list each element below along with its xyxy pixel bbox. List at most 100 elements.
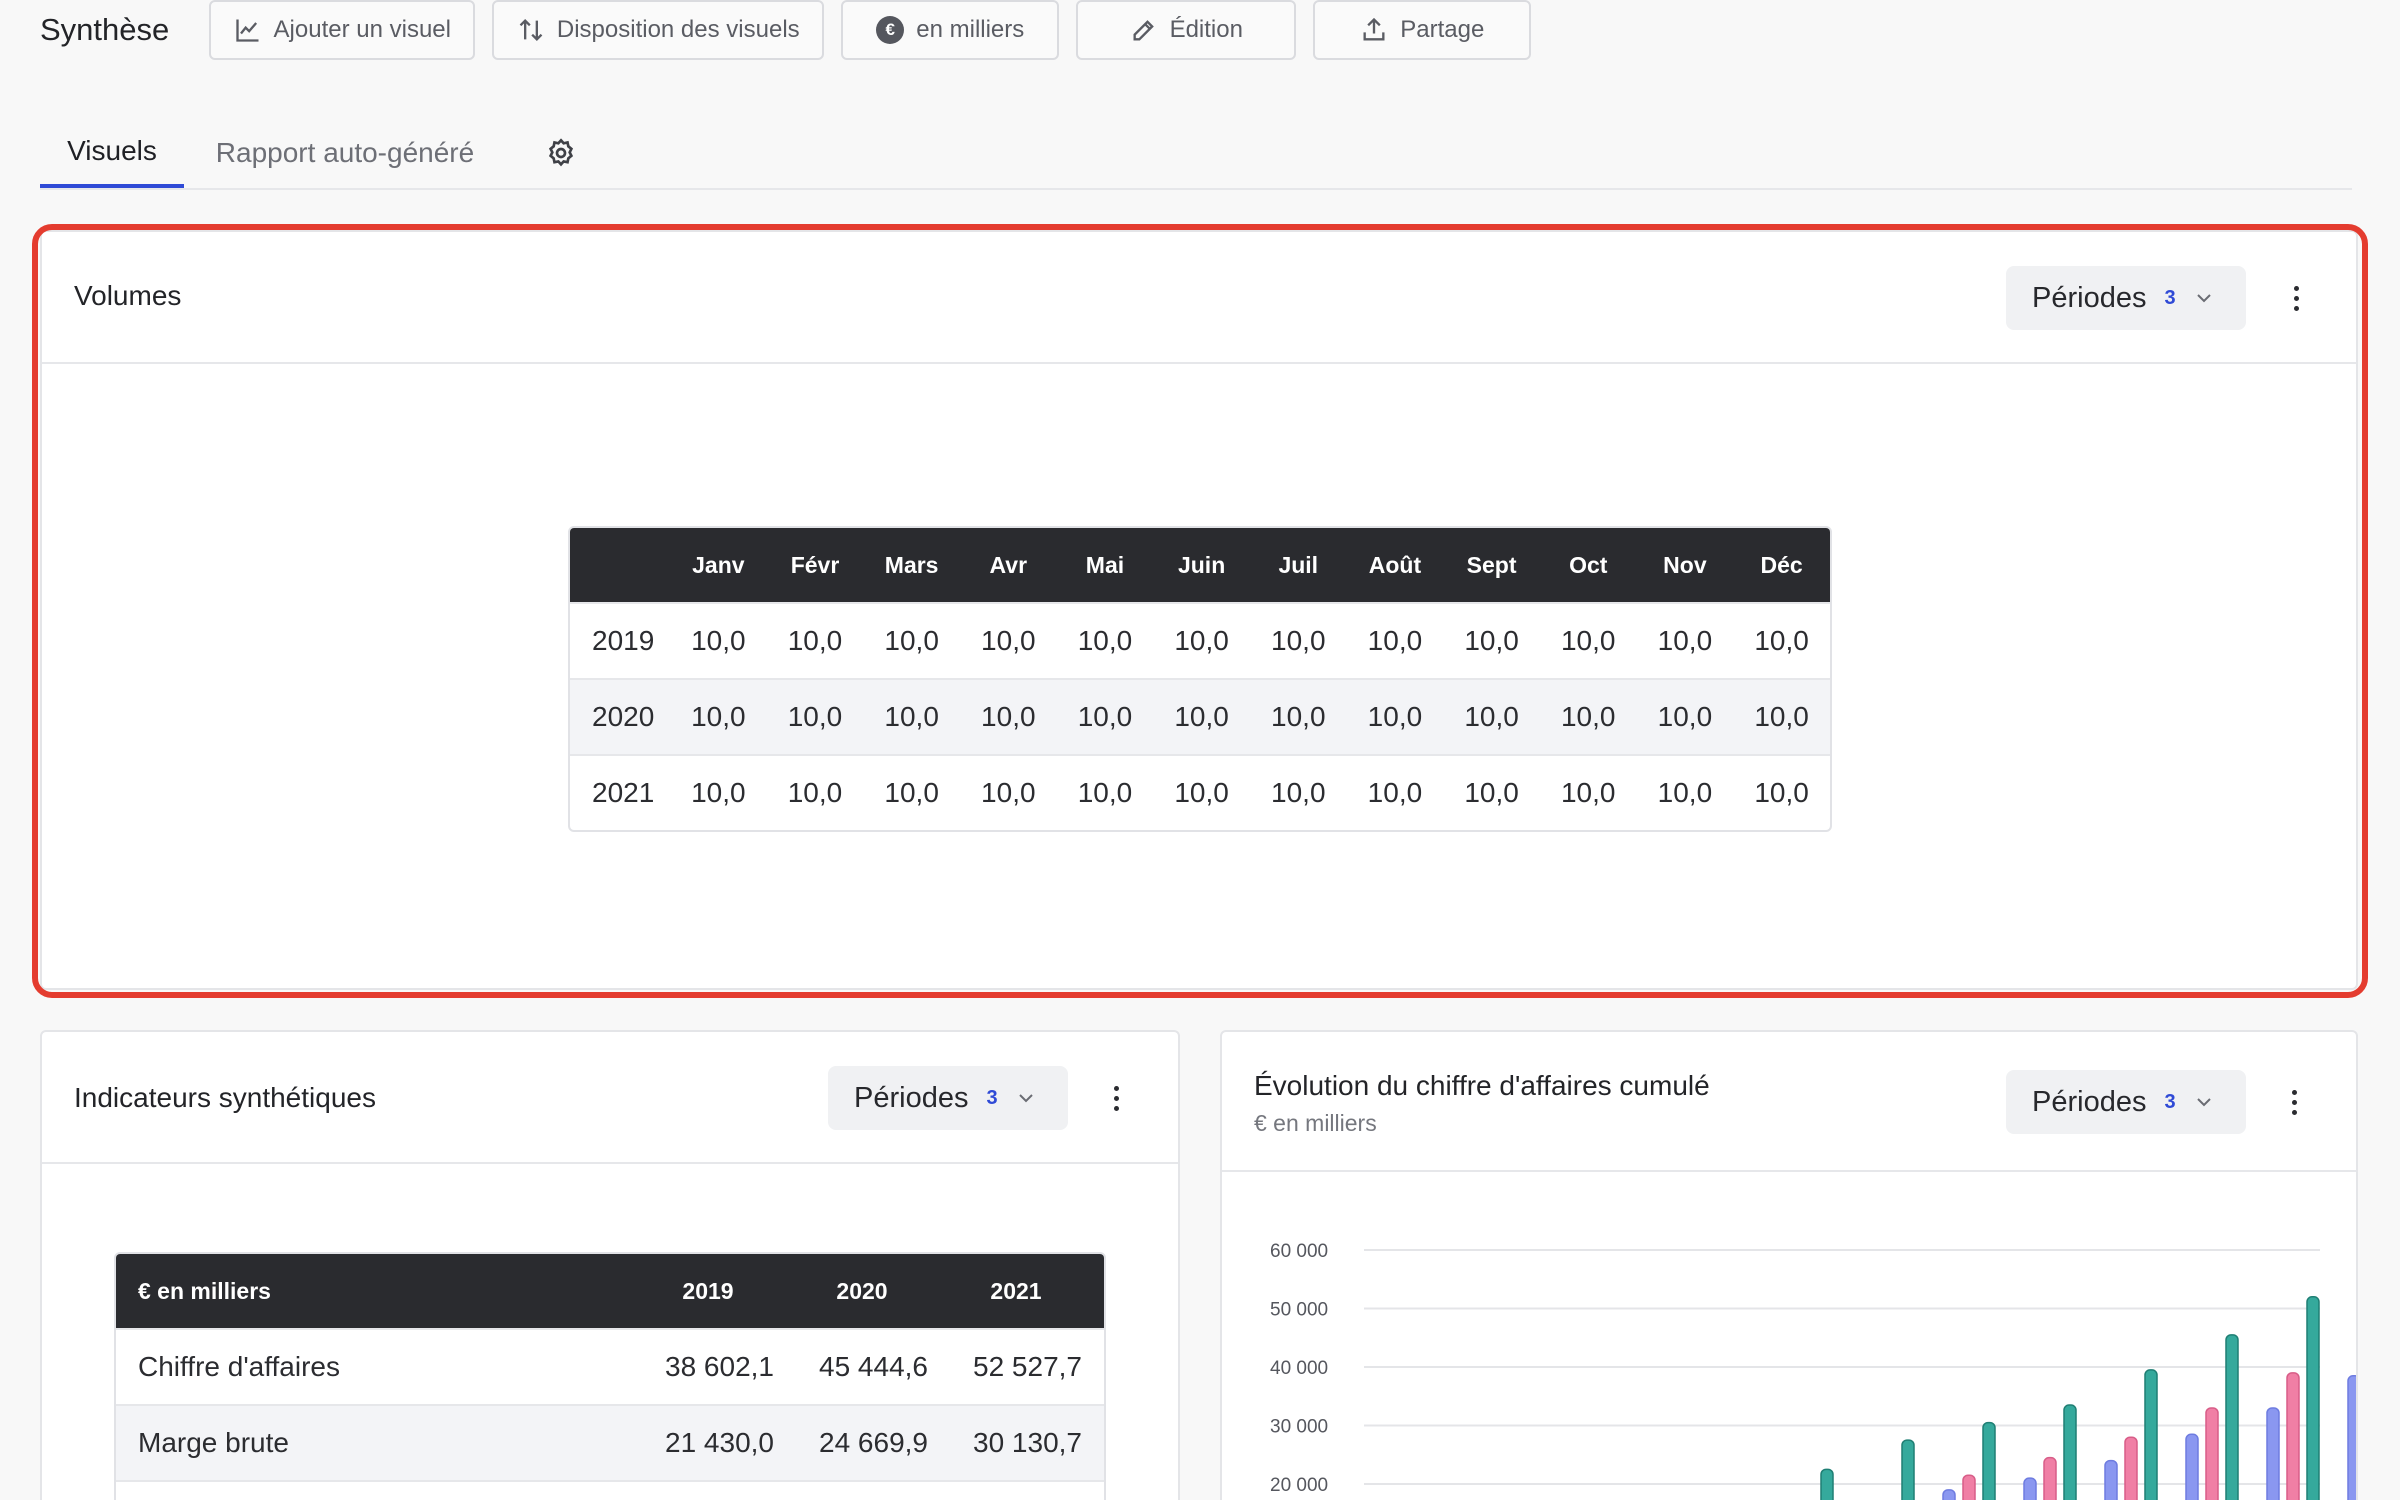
cell-value: 10,0 [1346, 678, 1444, 754]
periods-count-badge: 3 [2164, 286, 2176, 309]
cell-value: 52 527,7 [950, 1328, 1104, 1404]
cell-value: 10,0 [1733, 754, 1830, 830]
edit-button[interactable]: Édition [1076, 0, 1297, 60]
cell-value: 24 669,9 [796, 1404, 950, 1480]
year-cell: 2019 [570, 602, 670, 678]
indicateurs-card-header: Indicateurs synthétiques Périodes 3 [42, 1032, 1178, 1164]
page: Synthèse Ajouter un visuel Disposition d… [0, 0, 2400, 1500]
tab-visuels[interactable]: Visuels [40, 118, 184, 188]
cell-value: 30 130,7 [950, 1404, 1104, 1480]
layout-button[interactable]: Disposition des visuels [492, 0, 825, 60]
cell-value: 21 430,0 [642, 1404, 796, 1480]
cell-value: 10,0 [1636, 754, 1734, 830]
layout-label: Disposition des visuels [556, 16, 800, 43]
month-header: Oct [1539, 528, 1637, 602]
volumes-table: Janv Févr Mars Avr Mai Juin Juil Août Se… [568, 526, 1832, 832]
chart-bar[interactable] [1820, 1468, 1834, 1500]
volumes-more-menu-icon[interactable] [2276, 268, 2316, 328]
cell-value: 10,0 [1346, 602, 1444, 678]
month-header: Déc [1733, 528, 1830, 602]
chart-bar[interactable] [1962, 1474, 1976, 1500]
chart-bar[interactable] [2306, 1296, 2320, 1500]
upload-share-icon [1363, 17, 1385, 41]
cell-value: 10,0 [1249, 754, 1347, 830]
chart-bar[interactable] [2023, 1477, 2037, 1500]
chart-bar[interactable] [1901, 1439, 1915, 1500]
cell-value: 10,0 [863, 602, 960, 678]
edit-label: Édition [1169, 16, 1243, 43]
chevron-down-icon [1018, 1094, 1033, 1103]
evolution-card-header: Évolution du chiffre d'affaires cumulé €… [1222, 1032, 2356, 1172]
cell-value: 10,0 [1443, 754, 1540, 830]
month-header: Mai [1056, 528, 1154, 602]
chart-bar[interactable] [2144, 1369, 2158, 1500]
cell-value: 10,0 [766, 678, 864, 754]
chart-bar[interactable] [2124, 1436, 2138, 1500]
indicateurs-periods-dropdown[interactable]: Périodes 3 [828, 1066, 1068, 1130]
chart-bar[interactable] [2104, 1459, 2118, 1500]
view-tabs: Visuels Rapport auto-généré [40, 120, 2352, 190]
table-row: Chiffre d'affaires 38 602,1 45 444,6 52 … [116, 1328, 1104, 1404]
evolution-periods-dropdown[interactable]: Périodes 3 [2006, 1070, 2246, 1134]
volumes-periods-dropdown[interactable]: Périodes 3 [2006, 266, 2246, 330]
table-row: 2021 10,0 10,0 10,0 10,0 10,0 10,0 10,0 10,0 10,0… [570, 754, 1830, 830]
chart-bar[interactable] [2205, 1407, 2219, 1500]
chart-bar[interactable] [2185, 1433, 2199, 1500]
month-header: Févr [766, 528, 864, 602]
table-row: 2020 10,0 10,0 10,0 10,0 10,0 10,0 10,0 10,0 10,0… [570, 678, 1830, 754]
cell-value: 10,0 [1056, 754, 1154, 830]
cell-value: 10,0 [670, 678, 767, 754]
cell-value: 10,0 [1346, 754, 1444, 830]
cell-value: 10,0 [1153, 602, 1250, 678]
top-toolbar: Synthèse Ajouter un visuel Disposition d… [40, 0, 1548, 60]
cell-value: 10,0 [863, 754, 960, 830]
cell-value: 10,0 [766, 602, 864, 678]
y-tick-label: 20 000 [1270, 1475, 1328, 1496]
table-row: 2019 10,0 10,0 10,0 10,0 10,0 10,0 10,0 10,0 10,0… [570, 602, 1830, 678]
cell-value: 10,0 [863, 678, 960, 754]
evolution-subtitle: € en milliers [1254, 1110, 1377, 1136]
volumes-title: Volumes [74, 280, 182, 311]
table-row [116, 1480, 1104, 1500]
y-tick-label: 30 000 [1270, 1417, 1328, 1438]
indicateurs-header-row: € en milliers 2019 2020 2021 [116, 1254, 1104, 1328]
corner-cell [570, 528, 670, 602]
chart-bar[interactable] [2063, 1404, 2077, 1500]
cell-value: 10,0 [1249, 602, 1347, 678]
sort-arrows-icon [519, 19, 543, 41]
tab-rapport-auto-genere[interactable]: Rapport auto-généré [184, 118, 506, 188]
cell-value: 10,0 [1443, 602, 1540, 678]
cell-value: 10,0 [1539, 678, 1637, 754]
chevron-down-icon [2196, 1098, 2211, 1107]
cell-value: 10,0 [1153, 678, 1250, 754]
chart-bar[interactable] [2043, 1456, 2057, 1500]
share-button[interactable]: Partage [1313, 0, 1532, 60]
y-tick-label: 40 000 [1270, 1358, 1328, 1379]
periods-label: Périodes [2032, 1085, 2147, 1118]
indicateurs-title: Indicateurs synthétiques [74, 1082, 376, 1113]
cell-value: 10,0 [1056, 678, 1154, 754]
add-visual-button[interactable]: Ajouter un visuel [209, 0, 476, 60]
euro-icon: € [876, 16, 905, 44]
chart-bar[interactable] [1942, 1489, 1956, 1500]
settings-gear-icon[interactable] [526, 118, 596, 188]
month-header: Janv [670, 528, 767, 602]
chart-bar[interactable] [2266, 1407, 2280, 1500]
indicateurs-more-menu-icon[interactable] [1096, 1068, 1136, 1128]
line-chart-icon [235, 19, 259, 42]
cell-value: 10,0 [959, 602, 1057, 678]
year-header: 2021 [950, 1254, 1104, 1328]
periods-label: Périodes [854, 1081, 969, 1114]
periods-count-badge: 3 [2164, 1090, 2176, 1113]
chart-bar[interactable] [1982, 1421, 1996, 1500]
chart-bar[interactable] [2286, 1372, 2300, 1500]
evolution-more-menu-icon[interactable] [2274, 1072, 2314, 1132]
chart-bar[interactable] [2225, 1334, 2239, 1500]
month-header: Sept [1443, 528, 1540, 602]
page-title: Synthèse [40, 12, 170, 47]
chart-bar[interactable] [2347, 1375, 2356, 1500]
currency-unit-button[interactable]: € en milliers [841, 0, 1060, 60]
cell-value: 10,0 [1153, 754, 1250, 830]
unit-header: € en milliers [116, 1254, 642, 1328]
cell-value: 10,0 [1056, 602, 1154, 678]
